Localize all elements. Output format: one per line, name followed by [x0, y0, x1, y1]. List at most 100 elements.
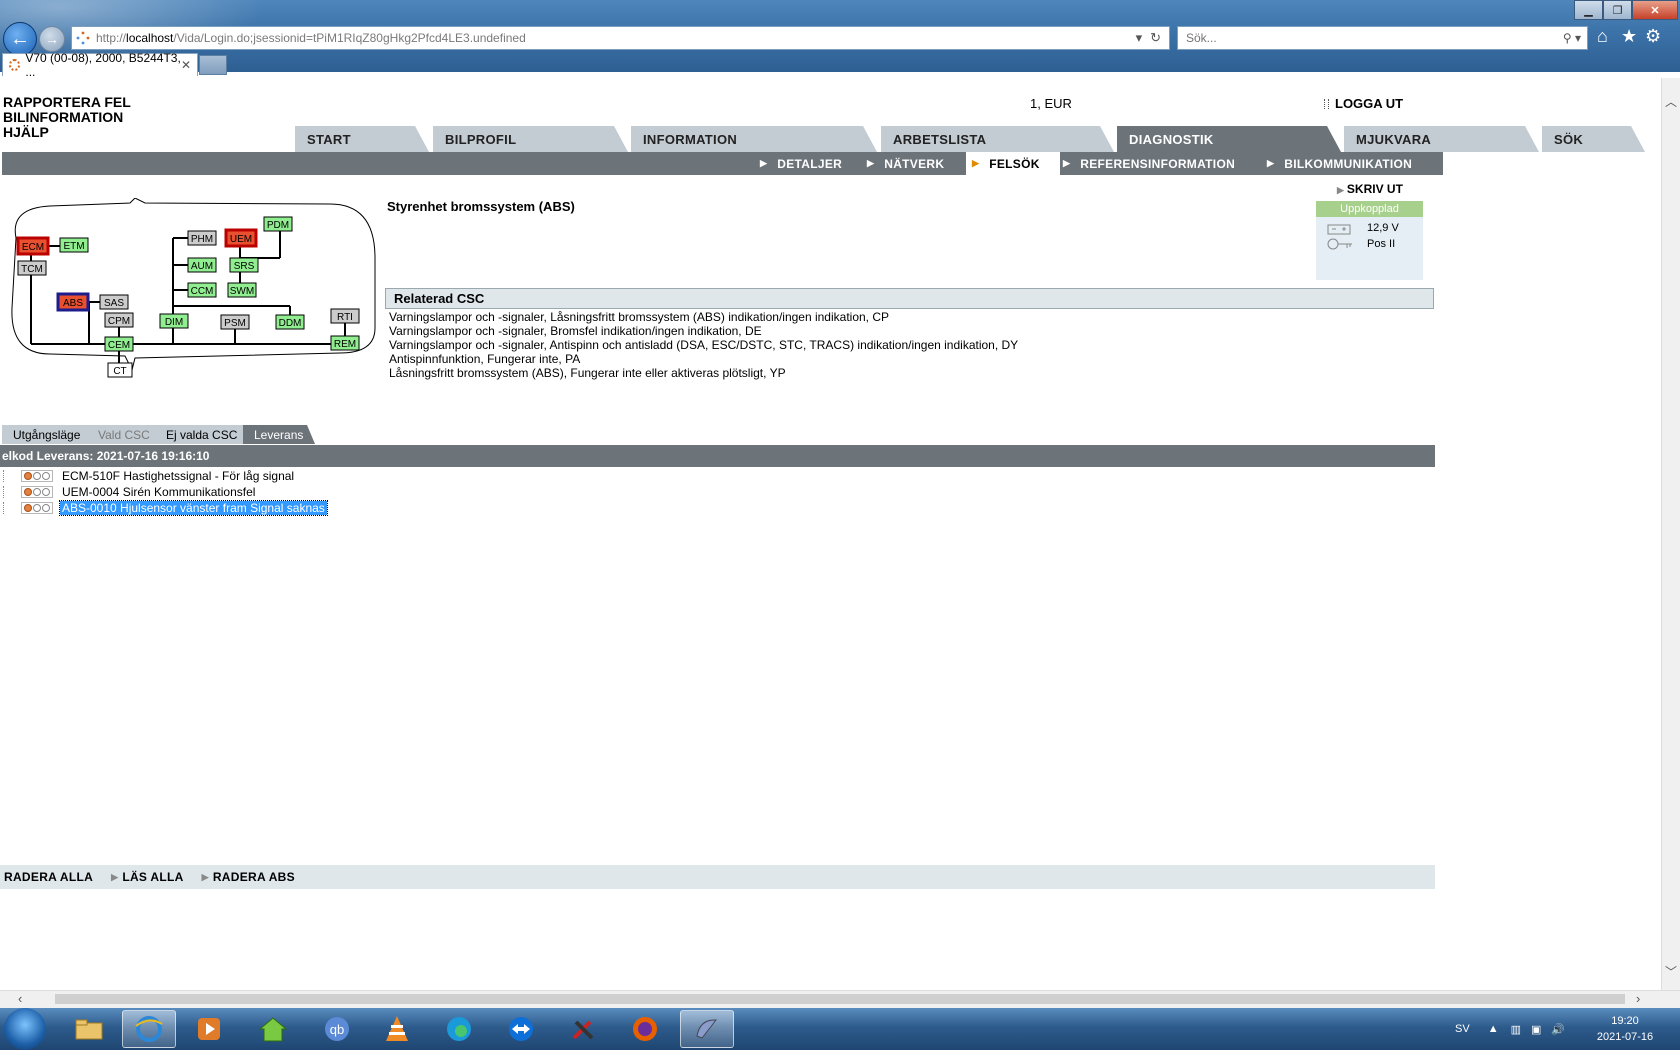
module-cpm[interactable]: CPM [104, 312, 134, 328]
module-etm[interactable]: ETM [59, 237, 89, 253]
car-info-link[interactable]: BILINFORMATION [3, 109, 123, 125]
read-all-button[interactable]: ▶ LÄS ALLA [111, 870, 184, 884]
related-csc-header: Relaterad CSC [385, 288, 1434, 309]
module-sas[interactable]: SAS [99, 294, 129, 310]
csc-item[interactable]: Antispinnfunktion, Fungerar inte, PA [389, 352, 580, 366]
file-explorer-icon[interactable] [62, 1010, 116, 1048]
triangle-right-icon: ▶ [1267, 158, 1275, 168]
chevron-down-icon[interactable]: ﹀ [1665, 963, 1677, 980]
module-tcm[interactable]: TCM [17, 260, 47, 276]
firefox-icon[interactable] [618, 1010, 672, 1048]
start-button[interactable] [4, 1008, 46, 1050]
tab-arbetslista[interactable]: ARBETSLISTA [881, 126, 1114, 152]
module-srs[interactable]: SRS [229, 257, 259, 273]
language-indicator[interactable]: SV [1455, 1023, 1470, 1035]
subnav-detaljer[interactable]: ▶ DETALJER [760, 152, 842, 175]
search-input[interactable] [1184, 30, 1563, 46]
csc-item[interactable]: Varningslampor och -signaler, Låsningsfr… [389, 310, 889, 324]
subnav-natverk[interactable]: ▶ NÄTVERK [867, 152, 944, 175]
print-button[interactable]: ▶ SKRIV UT [1337, 182, 1403, 196]
module-abs[interactable]: ABS [56, 292, 90, 312]
clock[interactable]: 19:20 2021-07-16 [1590, 1013, 1660, 1045]
tab-mjukvara[interactable]: MJUKVARA [1344, 126, 1539, 152]
subnav-bilkommunikation[interactable]: ▶ BILKOMMUNIKATION [1267, 152, 1412, 175]
teamviewer-icon[interactable] [494, 1010, 548, 1048]
internet-explorer-icon[interactable] [122, 1010, 176, 1048]
module-swm[interactable]: SWM [227, 282, 257, 298]
tab-start[interactable]: START [295, 126, 429, 152]
dtc-row[interactable]: ECM-510F Hastighetssignal - För låg sign… [0, 468, 296, 484]
module-psm[interactable]: PSM [220, 314, 250, 330]
subnav-referensinformation[interactable]: ▶ REFERENSINFORMATION [1063, 152, 1235, 175]
search-box[interactable]: ⚲ ▾ [1177, 26, 1588, 50]
csc-item[interactable]: Låsningsfritt bromssystem (ABS), Fungera… [389, 366, 786, 380]
dtc-row-selected[interactable]: ABS-0010 Hjulsensor vänster fram Signal … [0, 500, 328, 516]
favorites-star-icon[interactable]: ★ [1621, 26, 1637, 47]
csc-item[interactable]: Varningslampor och -signaler, Bromsfel i… [389, 324, 762, 338]
forward-button[interactable]: → [39, 26, 65, 52]
delete-abs-button[interactable]: ▶ RADERA ABS [202, 870, 295, 884]
module-rti[interactable]: RTI [330, 308, 360, 324]
module-cem[interactable]: CEM [104, 336, 134, 352]
subtab-ej-valda-csc[interactable]: Ej valda CSC [155, 425, 251, 444]
network-icon[interactable]: ▥ [1511, 1023, 1521, 1036]
new-tab-button[interactable] [199, 55, 227, 75]
search-icon[interactable]: ⚲ ▾ [1563, 31, 1581, 45]
module-rem[interactable]: REM [330, 335, 360, 351]
delete-all-button[interactable]: RADERA ALLA [4, 870, 93, 884]
vida-app-icon[interactable] [680, 1010, 734, 1048]
action-center-icon[interactable]: ▣ [1531, 1023, 1541, 1036]
chevron-up-icon[interactable]: ︿ [1665, 93, 1677, 110]
home-icon[interactable]: ⌂ [1597, 26, 1608, 47]
media-player-icon[interactable] [182, 1010, 236, 1048]
module-ddm[interactable]: DDM [275, 314, 305, 330]
browser-tab-active[interactable]: V70 (00-08), 2000, B5244T3, ... ✕ [2, 51, 198, 79]
dtc-row[interactable]: UEM-0004 Sirén Kommunikationsfel [0, 484, 257, 500]
module-uem[interactable]: UEM [224, 228, 258, 248]
module-pdm[interactable]: PDM [263, 216, 293, 232]
module-ccm[interactable]: CCM [187, 282, 217, 298]
settings-gear-icon[interactable]: ⚙ [1645, 26, 1661, 47]
home-app-icon[interactable] [246, 1010, 300, 1048]
restore-button[interactable]: ❐ [1603, 0, 1632, 20]
report-error-link[interactable]: RAPPORTERA FEL [3, 94, 131, 110]
minimize-button[interactable]: ▁ [1574, 0, 1603, 20]
tools-icon[interactable] [556, 1010, 610, 1048]
edge-icon[interactable] [432, 1010, 486, 1048]
subnav-felsok[interactable]: ▶ FELSÖK [966, 152, 1060, 175]
dropdown-icon[interactable]: ▾ [1136, 30, 1143, 46]
chevron-right-icon[interactable]: › [1636, 991, 1640, 1006]
help-link[interactable]: HJÄLP [3, 124, 49, 140]
subtab-vald-csc[interactable]: Vald CSC [87, 425, 164, 444]
volume-icon[interactable]: 🔊 [1551, 1023, 1565, 1036]
address-bar[interactable]: http://localhost/Vida/Login.do;jsessioni… [71, 26, 1170, 50]
delivery-header: elkod Leverans: 2021-07-16 19:16:10 [0, 445, 1435, 467]
close-window-button[interactable]: ✕ [1632, 0, 1678, 20]
subnav-label: DETALJER [777, 156, 843, 171]
module-ct[interactable]: CT [107, 362, 133, 378]
url-path: /Vida/Login.do;jsessionid=tPiM1RIqZ80gHk… [173, 31, 526, 45]
module-label: PHM [191, 234, 213, 245]
module-dim[interactable]: DIM [159, 313, 189, 329]
vertical-scrollbar[interactable]: ︿ ﹀ [1661, 78, 1680, 990]
tab-bilprofil[interactable]: BILPROFIL [433, 126, 628, 152]
horizontal-scroll-thumb[interactable] [55, 994, 1625, 1004]
module-ecm[interactable]: ECM [16, 236, 50, 256]
qbittorrent-icon[interactable]: qb [310, 1010, 364, 1048]
csc-item[interactable]: Varningslampor och -signaler, Antispinn … [389, 338, 1018, 352]
subnav-label: BILKOMMUNIKATION [1284, 156, 1413, 171]
module-aum[interactable]: AUM [187, 257, 217, 273]
chevron-up-icon[interactable]: ▲ [1488, 1023, 1499, 1035]
tab-information[interactable]: INFORMATION [631, 126, 877, 152]
subtab-leverans[interactable]: Leverans [243, 425, 315, 444]
close-tab-icon[interactable]: ✕ [181, 58, 191, 72]
action-bar: RADERA ALLA ▶ LÄS ALLA ▶ RADERA ABS [0, 865, 1435, 889]
vlc-icon[interactable] [370, 1010, 424, 1048]
tab-sok[interactable]: SÖK [1542, 126, 1645, 152]
tab-diagnostik[interactable]: DIAGNOSTIK [1117, 126, 1341, 152]
chevron-left-icon[interactable]: ‹ [18, 991, 22, 1006]
module-phm[interactable]: PHM [187, 230, 217, 246]
subtab-utgangslage[interactable]: Utgångsläge [2, 425, 95, 444]
logout-link[interactable]: LOGGA UT [1324, 96, 1403, 111]
refresh-icon[interactable]: ↻ [1150, 30, 1161, 46]
